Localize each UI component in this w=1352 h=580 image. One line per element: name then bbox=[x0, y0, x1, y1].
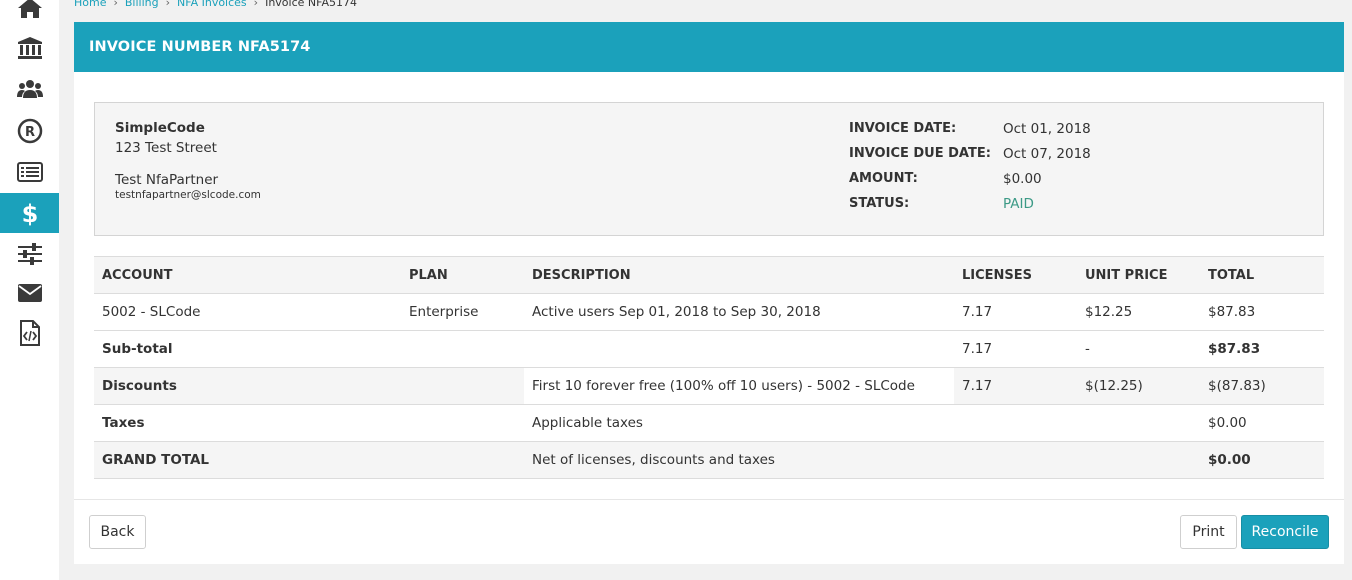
column-header-unit-price: UNIT PRICE bbox=[1077, 256, 1200, 294]
cell-plan bbox=[401, 330, 524, 368]
cell-description: Net of licenses, discounts and taxes bbox=[524, 441, 954, 479]
column-header-description: DESCRIPTION bbox=[524, 256, 954, 294]
cell-description: First 10 forever free (100% off 10 users… bbox=[524, 367, 954, 405]
home-icon bbox=[17, 0, 42, 18]
cell-description: Active users Sep 01, 2018 to Sep 30, 201… bbox=[524, 293, 954, 331]
sidebar: R $ bbox=[0, 0, 59, 580]
page-title: INVOICE NUMBER NFA5174 bbox=[74, 22, 1344, 72]
sidebar-item-users[interactable] bbox=[0, 69, 59, 109]
bank-icon bbox=[17, 37, 42, 59]
column-header-licenses: LICENSES bbox=[954, 256, 1077, 294]
sidebar-item-list[interactable] bbox=[0, 152, 59, 192]
back-button[interactable]: Back bbox=[89, 515, 146, 549]
breadcrumb-billing[interactable]: Billing bbox=[125, 0, 159, 9]
invoice-due-date-label: INVOICE DUE DATE: bbox=[849, 146, 991, 161]
svg-text:$: $ bbox=[21, 200, 38, 227]
grand-total-row: GRAND TOTAL Net of licenses, discounts a… bbox=[94, 441, 1324, 479]
breadcrumb: Home › Billing › NFA Invoices › Invoice NFA517… bbox=[74, 0, 357, 11]
cell-account: Discounts bbox=[94, 367, 401, 405]
svg-text:R: R bbox=[24, 125, 34, 140]
sidebar-item-institutions[interactable] bbox=[0, 28, 59, 68]
sidebar-item-api[interactable] bbox=[0, 313, 59, 353]
cell-unit-price: - bbox=[1077, 330, 1200, 368]
cell-licenses bbox=[954, 441, 1077, 479]
cell-plan bbox=[401, 441, 524, 479]
status-badge: PAID bbox=[1003, 196, 1034, 212]
cell-unit-price: $12.25 bbox=[1077, 293, 1200, 331]
column-header-total: TOTAL bbox=[1200, 256, 1324, 294]
cell-account: GRAND TOTAL bbox=[94, 441, 401, 479]
footer-divider bbox=[74, 499, 1344, 500]
amount-value: $0.00 bbox=[1003, 171, 1042, 187]
invoice-date-label: INVOICE DATE: bbox=[849, 121, 957, 136]
company-street: 123 Test Street bbox=[115, 140, 217, 156]
cell-description bbox=[524, 330, 954, 368]
contact-email: testnfapartner@slcode.com bbox=[115, 189, 261, 201]
cell-account: 5002 - SLCode bbox=[94, 293, 401, 331]
column-header-account: ACCOUNT bbox=[94, 256, 401, 294]
cell-total: $0.00 bbox=[1200, 441, 1324, 479]
sidebar-item-settings[interactable] bbox=[0, 234, 59, 274]
sidebar-item-home[interactable] bbox=[0, 0, 59, 28]
sidebar-item-registered[interactable]: R bbox=[0, 111, 59, 151]
print-button[interactable]: Print bbox=[1180, 515, 1237, 549]
dollar-icon: $ bbox=[21, 200, 38, 227]
sliders-icon bbox=[17, 243, 42, 265]
breadcrumb-nfa-invoices[interactable]: NFA Invoices bbox=[177, 0, 247, 9]
cell-total: $(87.83) bbox=[1200, 367, 1324, 405]
cell-licenses: 7.17 bbox=[954, 330, 1077, 368]
users-icon bbox=[16, 80, 43, 98]
breadcrumb-separator: › bbox=[113, 0, 118, 9]
company-name: SimpleCode bbox=[115, 120, 205, 136]
cell-licenses: 7.17 bbox=[954, 293, 1077, 331]
cell-unit-price: $(12.25) bbox=[1077, 367, 1200, 405]
cell-plan bbox=[401, 404, 524, 442]
list-icon bbox=[16, 162, 43, 182]
invoice-due-date-value: Oct 07, 2018 bbox=[1003, 146, 1091, 162]
envelope-icon bbox=[17, 284, 42, 302]
table-row: 5002 - SLCode Enterprise Active users Se… bbox=[94, 293, 1324, 331]
taxes-row: Taxes Applicable taxes $0.00 bbox=[94, 404, 1324, 442]
cell-licenses: 7.17 bbox=[954, 367, 1077, 405]
breadcrumb-separator: › bbox=[253, 0, 259, 9]
invoice-info-box: SimpleCode 123 Test Street Test NfaPartn… bbox=[94, 102, 1324, 236]
cell-licenses bbox=[954, 404, 1077, 442]
cell-plan bbox=[401, 367, 524, 405]
sidebar-item-billing[interactable]: $ bbox=[0, 193, 59, 233]
subtotal-row: Sub-total 7.17 - $87.83 bbox=[94, 330, 1324, 368]
cell-total: $0.00 bbox=[1200, 404, 1324, 442]
contact-name: Test NfaPartner bbox=[115, 172, 219, 188]
invoice-table: ACCOUNT PLAN DESCRIPTION LICENSES UNIT P… bbox=[94, 256, 1324, 479]
status-label: STATUS: bbox=[849, 196, 910, 211]
table-header-row: ACCOUNT PLAN DESCRIPTION LICENSES UNIT P… bbox=[94, 256, 1324, 294]
cell-account: Taxes bbox=[94, 404, 401, 442]
cell-total: $87.83 bbox=[1200, 293, 1324, 331]
code-file-icon bbox=[19, 320, 40, 346]
cell-description: Applicable taxes bbox=[524, 404, 954, 442]
reconcile-button[interactable]: Reconcile bbox=[1241, 515, 1329, 549]
registered-icon: R bbox=[17, 118, 42, 144]
breadcrumb-separator: › bbox=[165, 0, 171, 9]
cell-unit-price bbox=[1077, 441, 1200, 479]
column-header-plan: PLAN bbox=[401, 256, 524, 294]
sidebar-item-messages[interactable] bbox=[0, 273, 59, 313]
cell-total: $87.83 bbox=[1200, 330, 1324, 368]
cell-account: Sub-total bbox=[94, 330, 401, 368]
cell-unit-price bbox=[1077, 404, 1200, 442]
amount-label: AMOUNT: bbox=[849, 171, 918, 186]
breadcrumb-current: Invoice NFA5174 bbox=[265, 0, 357, 9]
cell-plan: Enterprise bbox=[401, 293, 524, 331]
discounts-row: Discounts First 10 forever free (100% of… bbox=[94, 367, 1324, 405]
breadcrumb-home[interactable]: Home bbox=[74, 0, 106, 9]
invoice-date-value: Oct 01, 2018 bbox=[1003, 121, 1091, 137]
invoice-panel: INVOICE NUMBER NFA5174 SimpleCode 123 Te… bbox=[74, 22, 1344, 564]
